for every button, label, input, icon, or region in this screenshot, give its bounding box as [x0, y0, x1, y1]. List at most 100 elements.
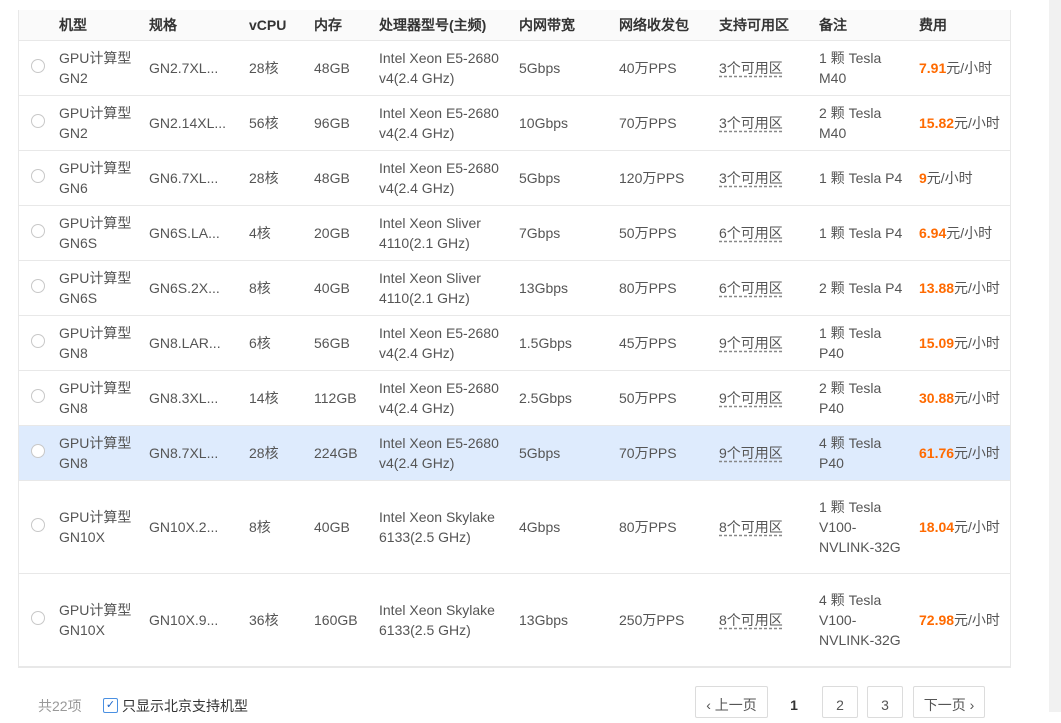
- table-row[interactable]: GPU计算型GN8 GN8.3XL... 14核 112GB Intel Xeon E5…: [19, 370, 1010, 426]
- zones-link[interactable]: 6个可用区: [719, 225, 783, 241]
- cell-bandwidth: 1.5Gbps: [509, 315, 609, 371]
- table-row[interactable]: GPU计算型GN6S GN6S.LA... 4核 20GB Intel Xeon Sli…: [19, 205, 1010, 261]
- cell-pps: 45万PPS: [609, 315, 709, 371]
- cell-bandwidth: 10Gbps: [509, 95, 609, 151]
- cell-cpu-model: Intel Xeon E5-2680 v4(2.4 GHz): [369, 370, 509, 426]
- row-select-cell[interactable]: [19, 95, 49, 151]
- row-select-cell[interactable]: [19, 425, 49, 481]
- cell-type: GPU计算型GN2: [49, 95, 139, 151]
- cell-cpu-model: Intel Xeon Sliver 4110(2.1 GHz): [369, 260, 509, 316]
- row-select-cell[interactable]: [19, 150, 49, 206]
- price-unit: 元/小时: [954, 445, 1000, 461]
- cell-memory: 20GB: [304, 205, 369, 261]
- page-1-button[interactable]: 1: [777, 686, 811, 718]
- next-page-button[interactable]: 下一页 ›: [913, 686, 985, 718]
- cell-cpu-model: Intel Xeon Sliver 4110(2.1 GHz): [369, 205, 509, 261]
- table-row[interactable]: GPU计算型GN2 GN2.7XL... 28核 48GB Intel Xeon E5-…: [19, 40, 1010, 96]
- table-row[interactable]: GPU计算型GN6 GN6.7XL... 28核 48GB Intel Xeon E5-…: [19, 150, 1010, 206]
- header-pps: 网络收发包: [609, 10, 709, 41]
- cell-zones: 9个可用区: [709, 370, 809, 426]
- row-radio[interactable]: [31, 279, 45, 293]
- zones-link[interactable]: 9个可用区: [719, 390, 783, 406]
- row-select-cell[interactable]: [19, 573, 49, 667]
- table-row[interactable]: GPU计算型GN10X GN10X.2... 8核 40GB Intel Xeon Sk…: [19, 480, 1010, 574]
- beijing-filter-label[interactable]: 只显示北京支持机型: [122, 696, 248, 716]
- cell-price: 15.09元/小时: [909, 315, 1010, 371]
- cell-spec-text: GN10X.2...: [149, 519, 219, 535]
- price-unit: 元/小时: [954, 390, 1000, 406]
- price-value: 61.76: [919, 445, 955, 461]
- table-row[interactable]: GPU计算型GN6S GN6S.2X... 8核 40GB Intel Xeon Sli…: [19, 260, 1010, 316]
- price-value: 13.88: [919, 280, 955, 296]
- zones-link[interactable]: 8个可用区: [719, 519, 783, 535]
- row-select-cell[interactable]: [19, 315, 49, 371]
- cell-pps: 50万PPS: [609, 205, 709, 261]
- row-radio[interactable]: [31, 224, 45, 238]
- zones-link[interactable]: 9个可用区: [719, 335, 783, 351]
- cell-price: 7.91元/小时: [909, 40, 1010, 96]
- cell-note: 2 颗 Tesla M40: [809, 95, 909, 151]
- cell-zones: 8个可用区: [709, 480, 809, 574]
- beijing-filter-checkbox[interactable]: ✓: [103, 698, 118, 713]
- prev-page-button[interactable]: ‹ 上一页: [695, 686, 768, 718]
- row-radio[interactable]: [31, 334, 45, 348]
- cell-type: GPU计算型GN10X: [49, 573, 139, 667]
- table-row[interactable]: GPU计算型GN8 GN8.LAR... 6核 56GB Intel Xeon E5-2…: [19, 315, 1010, 371]
- table-row[interactable]: GPU计算型GN2 GN2.14XL... 56核 96GB Intel Xeon E5…: [19, 95, 1010, 151]
- table-row[interactable]: GPU计算型GN8 GN8.7XL... 28核 224GB Intel Xeon E5…: [19, 425, 1010, 481]
- cell-spec-text: GN6.7XL...: [149, 170, 219, 186]
- cell-price: 30.88元/小时: [909, 370, 1010, 426]
- page-2-button[interactable]: 2: [822, 686, 858, 718]
- zones-link[interactable]: 9个可用区: [719, 445, 783, 461]
- cell-note: 1 颗 Tesla V100-NVLINK-32G: [809, 480, 909, 574]
- cell-zones: 6个可用区: [709, 260, 809, 316]
- cell-cpu-model: Intel Xeon Skylake 6133(2.5 GHz): [369, 480, 509, 574]
- row-radio[interactable]: [31, 389, 45, 403]
- header-cpu-model: 处理器型号(主频): [369, 10, 509, 41]
- cell-zones: 6个可用区: [709, 205, 809, 261]
- table-row[interactable]: GPU计算型GN10X GN10X.9... 36核 160GB Intel Xeon …: [19, 573, 1010, 667]
- cell-vcpu: 6核: [239, 315, 304, 371]
- row-radio[interactable]: [31, 59, 45, 73]
- total-count: 共22项: [38, 698, 82, 714]
- row-select-cell[interactable]: [19, 370, 49, 426]
- cell-type: GPU计算型GN8: [49, 425, 139, 481]
- cell-bandwidth: 5Gbps: [509, 425, 609, 481]
- price-unit: 元/小时: [946, 225, 993, 241]
- cell-type: GPU计算型GN10X: [49, 480, 139, 574]
- row-radio[interactable]: [31, 611, 45, 625]
- price-value: 18.04: [919, 519, 955, 535]
- cell-note: 4 颗 Tesla V100-NVLINK-32G: [809, 573, 909, 667]
- cell-memory: 40GB: [304, 480, 369, 574]
- row-select-cell[interactable]: [19, 480, 49, 574]
- zones-link[interactable]: 3个可用区: [719, 60, 783, 76]
- row-select-cell[interactable]: [19, 40, 49, 96]
- header-vcpu: vCPU: [239, 10, 304, 41]
- cell-bandwidth: 4Gbps: [509, 480, 609, 574]
- page-3-button[interactable]: 3: [867, 686, 903, 718]
- zones-link[interactable]: 8个可用区: [719, 612, 783, 628]
- cell-price: 13.88元/小时: [909, 260, 1010, 316]
- zones-link[interactable]: 3个可用区: [719, 170, 783, 186]
- row-radio[interactable]: [31, 169, 45, 183]
- cell-type: GPU计算型GN8: [49, 370, 139, 426]
- cell-vcpu: 8核: [239, 260, 304, 316]
- cell-vcpu: 8核: [239, 480, 304, 574]
- page-scrollbar[interactable]: [1049, 0, 1061, 712]
- cell-cpu-model: Intel Xeon Skylake 6133(2.5 GHz): [369, 573, 509, 667]
- zones-link[interactable]: 6个可用区: [719, 280, 783, 296]
- row-radio[interactable]: [31, 444, 45, 458]
- cell-note: 1 颗 Tesla M40: [809, 40, 909, 96]
- row-select-cell[interactable]: [19, 260, 49, 316]
- table-header-row: 机型 规格 vCPU 内存 处理器型号(主频) 内网带宽 网络收发包 支持可用区…: [19, 10, 1010, 41]
- cell-spec: GN6S.LA...: [139, 205, 239, 261]
- cell-spec: GN6S.2X...: [139, 260, 239, 316]
- cell-bandwidth: 7Gbps: [509, 205, 609, 261]
- cell-pps: 80万PPS: [609, 260, 709, 316]
- price-value: 30.88: [919, 390, 955, 406]
- row-radio[interactable]: [31, 114, 45, 128]
- row-radio[interactable]: [31, 518, 45, 532]
- zones-link[interactable]: 3个可用区: [719, 115, 783, 131]
- cell-price: 6.94元/小时: [909, 205, 1010, 261]
- row-select-cell[interactable]: [19, 205, 49, 261]
